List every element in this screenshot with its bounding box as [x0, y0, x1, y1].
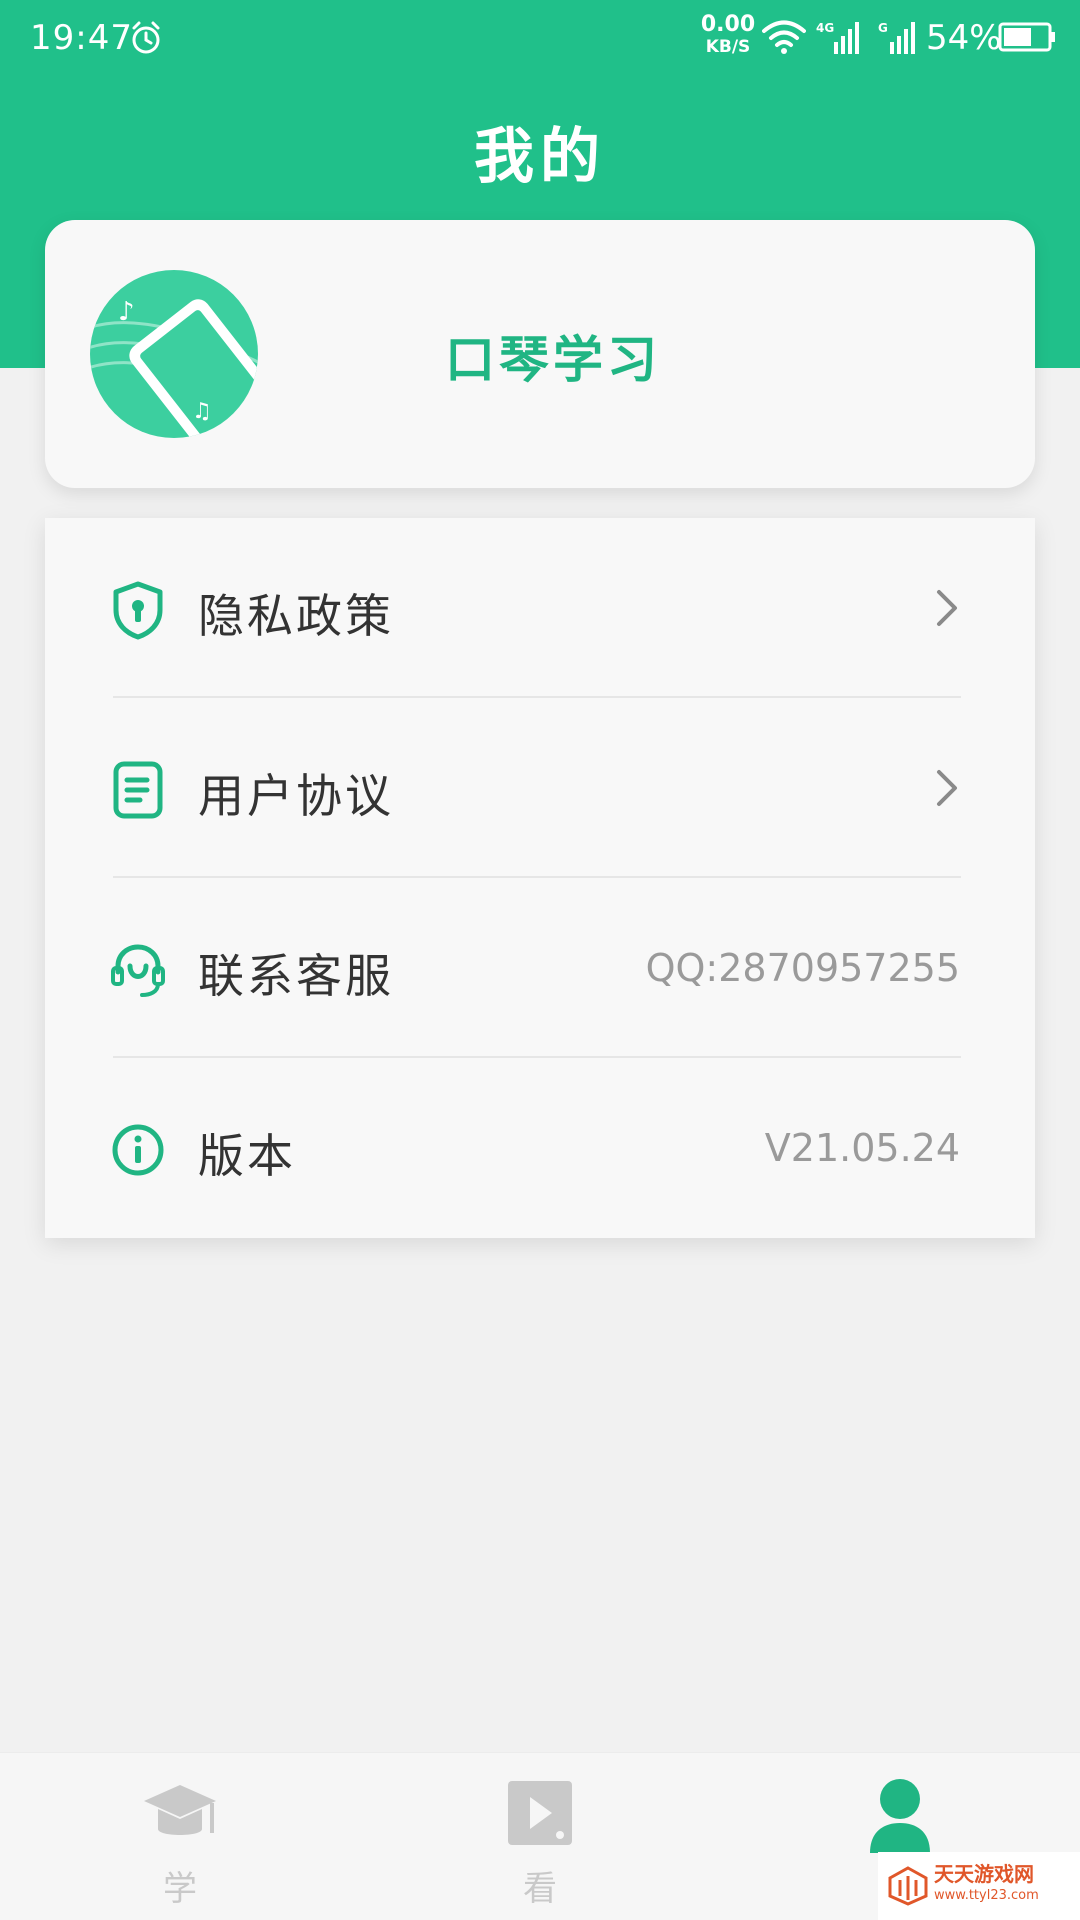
profile-card: ♪ ♫ 口琴学习: [45, 220, 1035, 488]
status-time: 19:47: [30, 18, 133, 58]
tab-watch[interactable]: 看: [360, 1753, 720, 1920]
app-logo: ♪ ♫: [90, 270, 258, 438]
video-play-icon: [508, 1781, 572, 1845]
cellular-signal-icon: 4G: [816, 21, 859, 54]
graduation-cap-icon: [144, 1785, 216, 1835]
menu-item-privacy-policy[interactable]: 隐私政策: [45, 518, 1035, 698]
support-qq-value: QQ:2870957255: [645, 946, 960, 990]
version-value: V21.05.24: [764, 1126, 960, 1170]
user-icon: [870, 1779, 930, 1853]
battery-percent: 54%: [926, 18, 1002, 58]
svg-text:♪: ♪: [118, 297, 135, 327]
menu-item-label: 用户协议: [198, 769, 394, 823]
cellular-signal-icon: G: [878, 21, 915, 54]
watermark-url: www.ttyl23.com: [934, 1888, 1039, 1903]
watermark: 天天游戏网 www.ttyl23.com: [878, 1852, 1080, 1920]
menu-item-user-agreement[interactable]: 用户协议: [45, 698, 1035, 878]
network-speed: 0.00 KB/S: [700, 14, 756, 58]
app-name: 口琴学习: [445, 331, 661, 389]
alarm-icon: [132, 21, 160, 54]
tab-label: 看: [523, 1869, 557, 1909]
document-icon: [113, 761, 163, 819]
network-speed-unit: KB/S: [705, 37, 751, 57]
menu-item-contact-support[interactable]: 联系客服 QQ:2870957255: [45, 878, 1035, 1058]
headset-icon: [111, 944, 165, 997]
watermark-logo-icon: [888, 1866, 928, 1906]
info-icon: [112, 1124, 164, 1176]
signal2-label: G: [878, 21, 888, 35]
chevron-right-icon: [937, 770, 957, 806]
menu-item-label: 版本: [198, 1129, 296, 1183]
network-speed-value: 0.00: [700, 12, 756, 37]
svg-text:♫: ♫: [192, 399, 212, 424]
tab-label: 学: [163, 1869, 197, 1909]
battery-icon: [998, 22, 1055, 52]
status-bar: 19:47 0.00 KB/S 4G G 54%: [0, 0, 1080, 80]
menu-item-version: 版本 V21.05.24: [45, 1058, 1035, 1238]
menu-item-label: 联系客服: [198, 949, 394, 1003]
signal1-label: 4G: [816, 21, 834, 35]
menu-item-label: 隐私政策: [198, 589, 394, 643]
page-title: 我的: [474, 122, 606, 192]
shield-keyhole-icon: [113, 581, 163, 640]
settings-menu: 隐私政策 用户协议 联系客服 QQ:2870957255 版本 V21.05.2…: [45, 518, 1035, 1238]
tab-learn[interactable]: 学: [0, 1753, 360, 1920]
wifi-icon: [762, 20, 806, 54]
watermark-name: 天天游戏网: [934, 1862, 1034, 1886]
chevron-right-icon: [937, 590, 957, 626]
